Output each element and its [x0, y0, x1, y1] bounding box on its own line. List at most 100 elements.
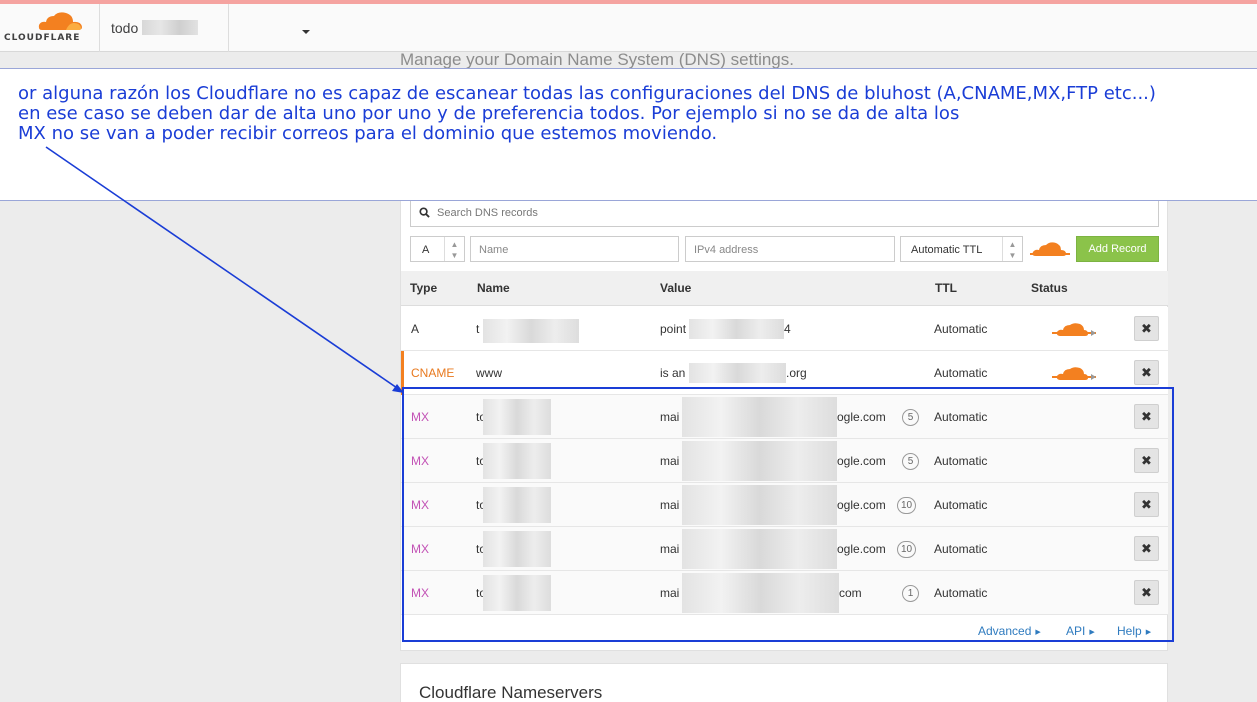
record-value[interactable]: is an	[660, 366, 685, 380]
column-name: Name	[477, 281, 510, 295]
redacted-name	[483, 443, 551, 479]
dns-record-row[interactable]: MX to mai ogle.com 10 Automatic ✖	[401, 483, 1168, 527]
record-ttl[interactable]: Automatic	[934, 322, 987, 336]
ipv4-address-input[interactable]: IPv4 address	[685, 236, 895, 262]
dns-footer-links: Advanced ▶ API ▶ Help ▶	[401, 622, 1168, 642]
mx-priority-badge[interactable]: 5	[902, 409, 919, 426]
record-value[interactable]: mai	[660, 542, 679, 556]
annotation-note: or alguna razón los Cloudflare no es cap…	[0, 68, 1257, 201]
annotation-line: en ese caso se deben dar de alta uno por…	[18, 103, 960, 124]
proxy-toggle-cloud-icon[interactable]	[1030, 241, 1070, 259]
ipv4-placeholder: IPv4 address	[694, 244, 759, 256]
record-ttl[interactable]: Automatic	[934, 410, 987, 424]
redacted-value	[682, 573, 839, 613]
help-link[interactable]: Help ▶	[1117, 624, 1151, 638]
domain-name: todo	[111, 20, 139, 36]
dns-record-row[interactable]: MX to mai ogle.com 5 Automatic ✖	[401, 395, 1168, 439]
logo-wordmark: CLOUDFLARE	[4, 33, 81, 43]
select-arrows-icon: ▲ ▼	[444, 237, 464, 261]
cloud-logo-icon	[38, 12, 82, 30]
redacted-value	[689, 363, 786, 383]
record-value-end: ogle.com	[837, 410, 886, 424]
add-record-button[interactable]: Add Record	[1076, 236, 1159, 262]
proxied-cloud-icon[interactable]	[1052, 366, 1096, 382]
record-value-end: ogle.com	[837, 542, 886, 556]
nameservers-card: Cloudflare Nameservers	[400, 663, 1168, 702]
redacted-domain	[142, 20, 198, 35]
mx-priority-badge[interactable]: 10	[897, 497, 917, 514]
record-value[interactable]: mai	[660, 410, 679, 424]
column-type: Type	[410, 281, 438, 295]
annotation-line: MX no se van a poder recibir correos par…	[18, 123, 718, 144]
select-arrows-icon: ▲ ▼	[1002, 237, 1022, 261]
record-value-end: ogle.com	[837, 498, 886, 512]
record-type-value: A	[422, 244, 430, 256]
record-type: MX	[411, 454, 429, 468]
nameservers-title: Cloudflare Nameservers	[419, 683, 603, 702]
annotation-line: or alguna razón los Cloudflare no es cap…	[18, 83, 1156, 104]
record-value[interactable]: mai	[660, 498, 679, 512]
dns-record-row[interactable]: At point 4 Automatic ✖	[401, 307, 1168, 351]
search-placeholder: Search DNS records	[437, 207, 538, 219]
mx-priority-badge[interactable]: 5	[902, 453, 919, 470]
advanced-link[interactable]: Advanced ▶	[978, 624, 1041, 638]
column-ttl: TTL	[935, 281, 957, 295]
record-type-select[interactable]: A ▲ ▼	[410, 236, 465, 262]
redacted-value	[682, 485, 837, 525]
ttl-value: Automatic TTL	[911, 244, 983, 256]
caret-down-icon	[302, 30, 310, 34]
proxied-cloud-icon[interactable]	[1052, 322, 1096, 338]
redacted-name	[483, 575, 551, 611]
delete-record-button[interactable]: ✖	[1134, 492, 1159, 517]
record-name[interactable]: www	[476, 366, 502, 380]
record-type: MX	[411, 586, 429, 600]
name-placeholder: Name	[479, 244, 509, 256]
dns-record-row[interactable]: MX to mai ogle.com 10 Automatic ✖	[401, 527, 1168, 571]
delete-record-button[interactable]: ✖	[1134, 536, 1159, 561]
record-name[interactable]: t	[476, 322, 479, 336]
delete-record-button[interactable]: ✖	[1134, 448, 1159, 473]
redacted-name	[483, 487, 551, 523]
record-ttl[interactable]: Automatic	[934, 454, 987, 468]
page-subtitle: Manage your Domain Name System (DNS) set…	[400, 50, 794, 69]
dns-records-card: Search DNS records A ▲ ▼ Name IPv4 addres…	[400, 201, 1168, 651]
delete-record-button[interactable]: ✖	[1134, 404, 1159, 429]
column-value: Value	[660, 281, 692, 295]
cloudflare-logo[interactable]: CLOUDFLARE	[0, 4, 100, 52]
record-ttl[interactable]: Automatic	[934, 586, 987, 600]
record-type: MX	[411, 410, 429, 424]
record-ttl[interactable]: Automatic	[934, 366, 987, 380]
redacted-value	[682, 529, 837, 569]
dns-record-row[interactable]: CNAME www is an .org Automatic ✖	[401, 351, 1168, 395]
record-value-end: com	[839, 586, 862, 600]
redacted-name	[483, 531, 551, 567]
redacted-value	[689, 319, 784, 339]
record-ttl[interactable]: Automatic	[934, 542, 987, 556]
api-link[interactable]: API ▶	[1066, 624, 1095, 638]
record-value[interactable]: mai	[660, 454, 679, 468]
redacted-name	[483, 319, 579, 343]
search-dns-input[interactable]: Search DNS records	[410, 201, 1159, 227]
mx-priority-badge[interactable]: 1	[902, 585, 919, 602]
record-ttl[interactable]: Automatic	[934, 498, 987, 512]
record-value[interactable]: point	[660, 322, 686, 336]
mx-priority-badge[interactable]: 10	[897, 541, 917, 558]
name-input[interactable]: Name	[470, 236, 679, 262]
record-value-end: .org	[786, 366, 807, 380]
dns-record-row[interactable]: MX to mai ogle.com 5 Automatic ✖	[401, 439, 1168, 483]
record-type: CNAME	[411, 366, 455, 380]
records-table-header: Type Name Value TTL Status	[401, 271, 1168, 306]
dns-record-row[interactable]: MX to mai com 1 Automatic ✖	[401, 571, 1168, 615]
delete-record-button[interactable]: ✖	[1134, 360, 1159, 385]
record-type: A	[411, 322, 420, 336]
record-type: MX	[411, 542, 429, 556]
redacted-name	[483, 399, 551, 435]
record-value[interactable]: mai	[660, 586, 679, 600]
record-value-end: ogle.com	[837, 454, 886, 468]
search-icon	[419, 207, 430, 218]
record-value-end: 4	[784, 322, 791, 336]
record-type: MX	[411, 498, 429, 512]
delete-record-button[interactable]: ✖	[1134, 580, 1159, 605]
ttl-select[interactable]: Automatic TTL ▲ ▼	[900, 236, 1023, 262]
delete-record-button[interactable]: ✖	[1134, 316, 1159, 341]
